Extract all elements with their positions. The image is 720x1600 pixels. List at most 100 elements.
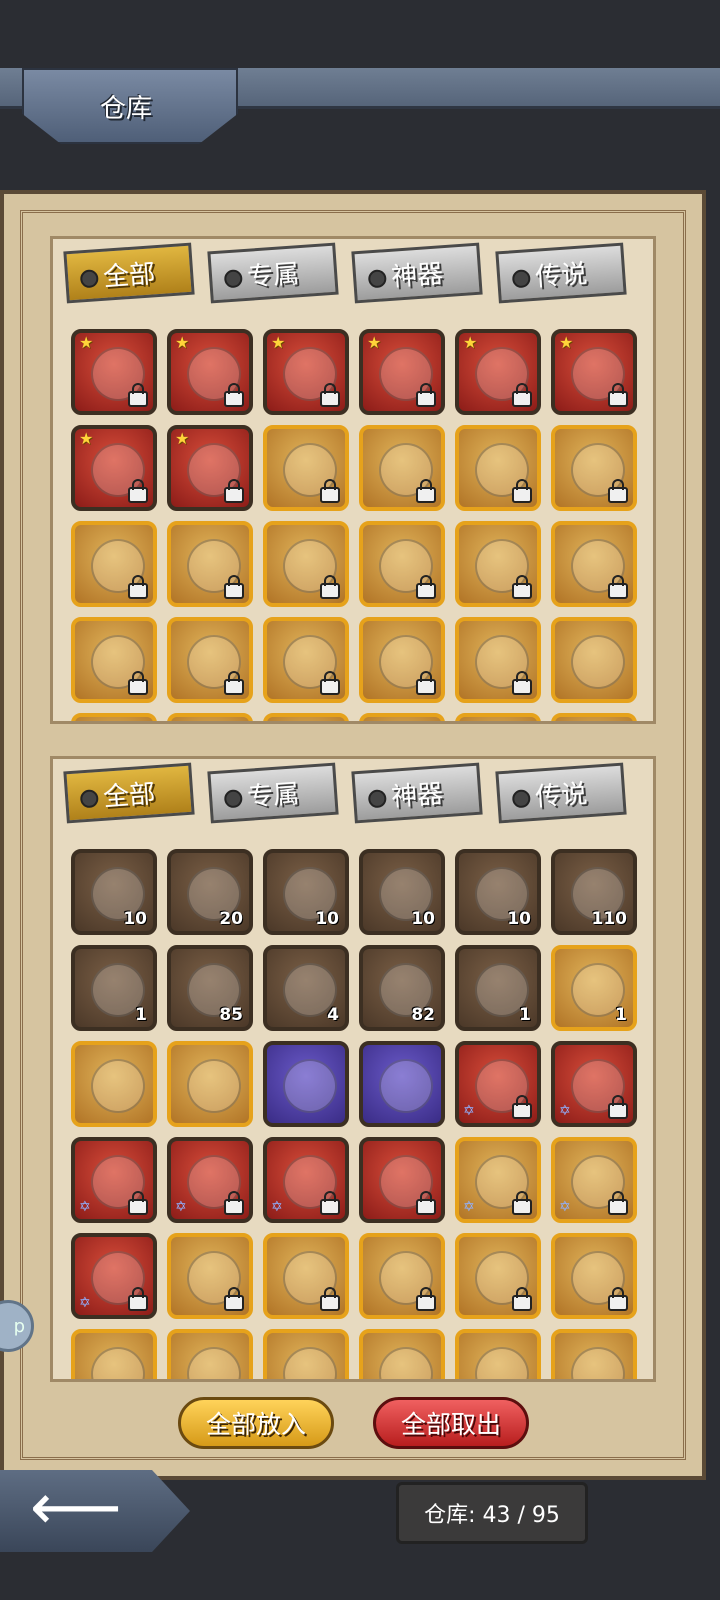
item-slot[interactable] — [71, 521, 157, 607]
item-slot[interactable]: ★ — [551, 329, 637, 415]
lock-icon — [608, 479, 628, 503]
tab-dot-icon — [367, 789, 387, 809]
item-art-icon — [91, 1347, 145, 1379]
item-slot[interactable] — [455, 713, 541, 721]
lock-icon — [128, 671, 148, 695]
back-arrow-icon[interactable]: ⟵ — [30, 1476, 122, 1540]
item-slot[interactable] — [551, 425, 637, 511]
item-slot[interactable]: ✡ — [167, 1137, 253, 1223]
item-slot[interactable] — [71, 713, 157, 721]
item-slot[interactable]: ★ — [263, 329, 349, 415]
item-slot[interactable] — [359, 617, 445, 703]
item-slot[interactable] — [263, 713, 349, 721]
item-slot[interactable] — [359, 1233, 445, 1319]
item-slot[interactable]: 1 — [71, 945, 157, 1031]
item-slot[interactable] — [71, 617, 157, 703]
item-slot[interactable] — [551, 617, 637, 703]
item-slot[interactable]: ✡ — [71, 1137, 157, 1223]
item-slot[interactable]: ✡ — [455, 1137, 541, 1223]
item-slot[interactable] — [455, 617, 541, 703]
item-slot[interactable]: ★ — [455, 329, 541, 415]
item-slot[interactable] — [71, 1041, 157, 1127]
item-slot[interactable] — [359, 425, 445, 511]
item-slot[interactable]: ★ — [167, 329, 253, 415]
item-slot[interactable] — [455, 521, 541, 607]
item-slot[interactable]: ★ — [359, 329, 445, 415]
item-slot[interactable] — [167, 1329, 253, 1379]
item-slot[interactable]: 10 — [455, 849, 541, 935]
star-icon: ★ — [79, 429, 94, 448]
star-icon: ★ — [559, 333, 574, 352]
lock-icon — [224, 383, 244, 407]
hexagram-icon: ✡ — [463, 1103, 475, 1119]
item-count: 10 — [507, 909, 531, 929]
item-slot[interactable]: ✡ — [263, 1137, 349, 1223]
item-slot[interactable]: 110 — [551, 849, 637, 935]
top-tab-legend[interactable]: 传说 — [495, 242, 627, 304]
item-slot[interactable] — [71, 1329, 157, 1379]
item-slot[interactable]: ✡ — [455, 1041, 541, 1127]
item-slot[interactable] — [263, 1233, 349, 1319]
item-slot[interactable]: ✡ — [551, 1041, 637, 1127]
item-slot[interactable]: 20 — [167, 849, 253, 935]
hexagram-icon: ✡ — [79, 1295, 91, 1311]
bottom-tab-artifact[interactable]: 神器 — [351, 762, 483, 824]
item-slot[interactable] — [167, 617, 253, 703]
item-slot[interactable] — [167, 1233, 253, 1319]
item-slot[interactable] — [167, 521, 253, 607]
tab-label: 传说 — [534, 778, 589, 813]
item-slot[interactable] — [551, 713, 637, 721]
item-slot[interactable] — [551, 1329, 637, 1379]
item-count: 20 — [219, 909, 243, 929]
item-slot[interactable]: 82 — [359, 945, 445, 1031]
top-tab-artifact[interactable]: 神器 — [351, 242, 483, 304]
item-slot[interactable] — [359, 1329, 445, 1379]
hexagram-icon: ✡ — [463, 1199, 475, 1215]
lock-icon — [608, 1191, 628, 1215]
item-slot[interactable] — [551, 521, 637, 607]
item-slot[interactable]: ★ — [71, 425, 157, 511]
tab-dot-icon — [223, 269, 243, 289]
tab-dot-icon — [79, 789, 99, 809]
item-slot[interactable]: 4 — [263, 945, 349, 1031]
item-slot[interactable]: 10 — [263, 849, 349, 935]
item-slot[interactable] — [359, 713, 445, 721]
item-slot[interactable] — [359, 1041, 445, 1127]
item-slot[interactable] — [263, 1041, 349, 1127]
bottom-tab-exclusive[interactable]: 专属 — [207, 762, 339, 824]
bottom-tab-legend[interactable]: 传说 — [495, 762, 627, 824]
lock-icon — [320, 671, 340, 695]
item-slot[interactable] — [551, 1233, 637, 1319]
item-slot[interactable] — [167, 1041, 253, 1127]
item-slot[interactable]: 10 — [359, 849, 445, 935]
item-count: 10 — [411, 909, 435, 929]
top-tab-all[interactable]: 全部 — [63, 242, 195, 304]
item-slot[interactable]: 85 — [167, 945, 253, 1031]
hexagram-icon: ✡ — [559, 1199, 571, 1215]
item-slot[interactable] — [263, 425, 349, 511]
lock-icon — [608, 1095, 628, 1119]
item-slot[interactable] — [167, 713, 253, 721]
star-icon: ★ — [79, 333, 94, 352]
item-slot[interactable]: ★ — [167, 425, 253, 511]
item-slot[interactable]: 1 — [455, 945, 541, 1031]
take-all-button[interactable]: 全部取出 — [373, 1397, 529, 1449]
item-slot[interactable] — [263, 617, 349, 703]
put-all-button[interactable]: 全部放入 — [178, 1397, 334, 1449]
item-slot[interactable]: ✡ — [71, 1233, 157, 1319]
item-slot[interactable]: 1 — [551, 945, 637, 1031]
item-slot[interactable]: ★ — [71, 329, 157, 415]
item-slot[interactable]: 10 — [71, 849, 157, 935]
item-slot[interactable] — [263, 1329, 349, 1379]
hexagram-icon: ✡ — [271, 1199, 283, 1215]
item-slot[interactable] — [359, 1137, 445, 1223]
item-slot[interactable]: ✡ — [551, 1137, 637, 1223]
bottom-tab-all[interactable]: 全部 — [63, 762, 195, 824]
item-slot[interactable] — [455, 1233, 541, 1319]
item-slot[interactable] — [263, 521, 349, 607]
top-tab-exclusive[interactable]: 专属 — [207, 242, 339, 304]
item-slot[interactable] — [455, 1329, 541, 1379]
item-slot[interactable] — [455, 425, 541, 511]
item-slot[interactable] — [359, 521, 445, 607]
lock-icon — [608, 1287, 628, 1311]
